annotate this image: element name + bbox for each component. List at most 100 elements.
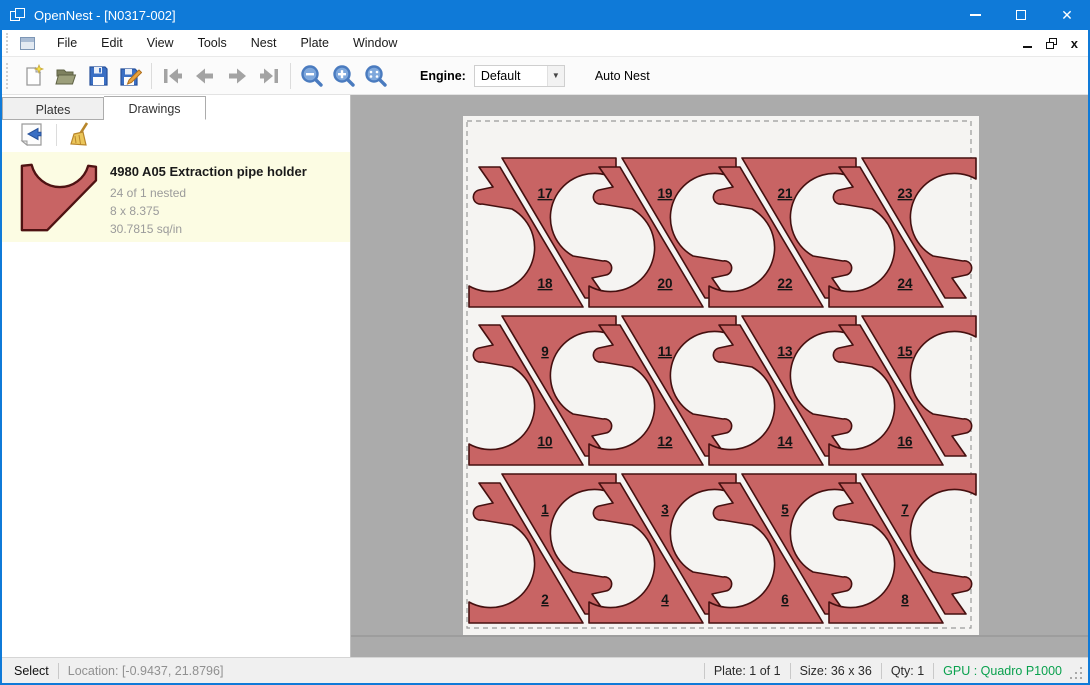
part-number-label: 22 <box>777 276 792 291</box>
part-number-label: 3 <box>661 502 669 517</box>
zoom-out-button[interactable] <box>296 60 328 92</box>
zoom-out-icon <box>299 63 325 89</box>
menu-item-window[interactable]: Window <box>341 31 409 55</box>
menu-item-view[interactable]: View <box>135 31 186 55</box>
toolbar-separator <box>290 63 291 89</box>
menu-item-nest[interactable]: Nest <box>239 31 289 55</box>
status-separator <box>704 663 705 679</box>
part-size: 8 x 8.375 <box>110 202 307 220</box>
tab-plates[interactable]: Plates <box>2 97 104 120</box>
part-number-label: 13 <box>777 344 793 359</box>
mdi-restore-icon[interactable] <box>1046 38 1057 49</box>
part-number-label: 21 <box>777 186 793 201</box>
go-next-button[interactable] <box>221 60 253 92</box>
go-last-button[interactable] <box>253 60 285 92</box>
zoom-in-button[interactable] <box>328 60 360 92</box>
status-size: Size: 36 x 36 <box>800 664 872 678</box>
drawings-toolbar <box>2 120 350 150</box>
menu-item-edit[interactable]: Edit <box>89 31 135 55</box>
save-button[interactable] <box>82 60 114 92</box>
status-separator <box>881 663 882 679</box>
menu-item-tools[interactable]: Tools <box>186 31 239 55</box>
zoom-fit-button[interactable] <box>360 60 392 92</box>
title-bar: OpenNest - [N0317-002] ✕ <box>0 0 1090 30</box>
status-location: Location: [-0.9437, 21.8796] <box>68 664 224 678</box>
part-number-label: 5 <box>781 502 789 517</box>
save-as-icon <box>118 64 142 88</box>
minimize-button[interactable] <box>952 0 998 30</box>
part-number-label: 19 <box>657 186 672 201</box>
go-first-button[interactable] <box>157 60 189 92</box>
status-qty: Qty: 1 <box>891 664 924 678</box>
part-thumbnail <box>10 158 102 236</box>
chevron-down-icon: ▼ <box>547 66 564 86</box>
save-icon <box>86 64 110 88</box>
save-as-button[interactable] <box>114 60 146 92</box>
part-number-label: 11 <box>658 344 673 359</box>
part-number-label: 14 <box>777 434 793 449</box>
part-number-label: 1 <box>541 502 549 517</box>
engine-combobox-value: Default <box>475 66 547 86</box>
nest-drawing: 171819202122232491011121314151612345678 <box>351 95 1088 657</box>
maximize-button[interactable] <box>998 0 1044 30</box>
part-number-label: 20 <box>657 276 672 291</box>
menu-bar: FileEditViewToolsNestPlateWindow x <box>2 30 1088 57</box>
zoom-in-icon <box>331 63 357 89</box>
go-previous-button[interactable] <box>189 60 221 92</box>
go-next-icon <box>224 64 250 88</box>
mdi-minimize-icon[interactable] <box>1023 46 1032 48</box>
nest-canvas[interactable]: 171819202122232491011121314151612345678 <box>351 95 1088 657</box>
part-number-label: 6 <box>781 592 789 607</box>
assign-drawing-button[interactable] <box>16 119 48 151</box>
part-number-label: 7 <box>901 502 909 517</box>
open-file-button[interactable] <box>50 60 82 92</box>
new-file-button[interactable] <box>18 60 50 92</box>
part-number-label: 9 <box>541 344 549 359</box>
toolbar-separator <box>151 63 152 89</box>
window-title: OpenNest - [N0317-002] <box>34 8 176 23</box>
part-number-label: 15 <box>897 344 913 359</box>
engine-combobox[interactable]: Default ▼ <box>474 65 565 87</box>
resize-grip[interactable] <box>1070 667 1084 681</box>
mdi-document-icon[interactable] <box>20 37 35 50</box>
part-area: 30.7815 sq/in <box>110 220 307 238</box>
app-window: OpenNest - [N0317-002] ✕ FileEditViewToo… <box>0 0 1090 685</box>
part-number-label: 10 <box>537 434 552 449</box>
part-number-label: 17 <box>537 186 552 201</box>
go-last-icon <box>256 64 282 88</box>
new-file-icon <box>22 64 46 88</box>
status-gpu: GPU : Quadro P1000 <box>943 664 1062 678</box>
mdi-close-icon[interactable]: x <box>1071 38 1078 49</box>
broom-icon <box>69 122 93 148</box>
main-toolbar: Engine: Default ▼ Auto Nest <box>2 57 1088 95</box>
part-number-label: 8 <box>901 592 909 607</box>
toolbar-grip <box>6 63 12 89</box>
status-separator <box>790 663 791 679</box>
part-number-label: 2 <box>541 592 549 607</box>
part-number-label: 12 <box>657 434 672 449</box>
left-panel: Plates Drawings <box>2 95 351 657</box>
tab-drawings[interactable]: Drawings <box>104 96 206 120</box>
part-number-label: 18 <box>537 276 553 291</box>
part-nested-count: 24 of 1 nested <box>110 184 307 202</box>
status-separator <box>933 663 934 679</box>
menu-item-file[interactable]: File <box>45 31 89 55</box>
app-icon <box>10 8 26 22</box>
part-number-label: 16 <box>897 434 913 449</box>
assign-drawing-icon <box>20 122 44 148</box>
menu-item-plate[interactable]: Plate <box>288 31 341 55</box>
status-mode: Select <box>14 664 49 678</box>
part-number-label: 23 <box>897 186 913 201</box>
panel-toolbar-separator <box>56 124 57 146</box>
zoom-fit-icon <box>363 63 389 89</box>
close-button[interactable]: ✕ <box>1044 0 1090 30</box>
status-plate: Plate: 1 of 1 <box>714 664 781 678</box>
part-title: 4980 A05 Extraction pipe holder <box>110 164 307 179</box>
drawing-list-item[interactable]: 4980 A05 Extraction pipe holder 24 of 1 … <box>2 152 350 242</box>
engine-label: Engine: <box>420 69 466 83</box>
go-first-icon <box>160 64 186 88</box>
auto-nest-button[interactable]: Auto Nest <box>587 64 658 88</box>
part-number-label: 4 <box>661 592 669 607</box>
clear-drawings-button[interactable] <box>65 119 97 151</box>
go-previous-icon <box>192 64 218 88</box>
